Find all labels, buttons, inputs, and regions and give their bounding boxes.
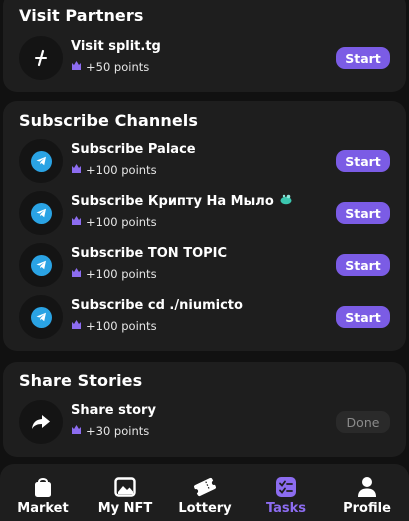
section-title: Share Stories [19, 371, 143, 390]
points-label: +50 points [86, 60, 150, 74]
points-icon [71, 319, 82, 333]
nav-label: Tasks [265, 501, 307, 516]
points-label: +100 points [86, 267, 157, 281]
bottom-nav: Market My NFT Lottery Tasks Profile [0, 464, 409, 521]
soap-emoji-icon [280, 194, 292, 209]
start-button[interactable]: Start [336, 150, 390, 172]
task-points: +100 points [71, 319, 157, 333]
points-label: +100 points [86, 163, 157, 177]
nav-item-market[interactable]: Market [2, 464, 84, 521]
points-icon [71, 267, 82, 281]
share-arrow-icon [19, 400, 63, 444]
points-icon [71, 424, 82, 438]
task-points: +30 points [71, 424, 149, 438]
section-title: Subscribe Channels [19, 111, 198, 130]
task-title: Subscribe Palace [71, 142, 196, 157]
split-logo-icon [19, 36, 63, 80]
task-row: Share story +30 points Done [19, 400, 390, 444]
subscribe-channels-card: Subscribe Channels Subscribe Palace +100… [3, 101, 406, 351]
visit-partners-card: Visit Partners Visit split.tg +50 points… [3, 0, 406, 92]
task-points: +100 points [71, 267, 157, 281]
task-row: Subscribe Palace +100 points Start [19, 139, 390, 183]
points-icon [71, 215, 82, 229]
telegram-icon [19, 191, 63, 235]
nav-label: Profile [343, 501, 391, 516]
task-row: Subscribe Крипту На Мыло +100 points Sta… [19, 191, 390, 235]
task-points: +100 points [71, 163, 157, 177]
telegram-icon [19, 243, 63, 287]
nav-label: Market [17, 501, 69, 516]
task-title: Subscribe TON TOPIC [71, 246, 228, 261]
start-button[interactable]: Start [336, 202, 390, 224]
profile-icon [355, 475, 379, 499]
points-label: +30 points [86, 424, 150, 438]
task-points: +50 points [71, 60, 149, 74]
section-title: Visit Partners [19, 6, 144, 25]
task-row: Subscribe cd ./niumicto +100 points Star… [19, 295, 390, 339]
task-title: Subscribe cd ./niumicto [71, 298, 243, 313]
tasks-page: Visit Partners Visit split.tg +50 points… [0, 0, 409, 521]
nav-label: My NFT [97, 501, 153, 516]
nav-item-profile[interactable]: Profile [326, 464, 408, 521]
points-icon [71, 60, 82, 74]
share-stories-card: Share Stories Share story +30 points Don… [3, 362, 406, 457]
task-row: Visit split.tg +50 points Start [19, 36, 390, 80]
telegram-icon [19, 139, 63, 183]
task-title: Visit split.tg [71, 39, 161, 54]
points-label: +100 points [86, 215, 157, 229]
start-button[interactable]: Start [336, 47, 390, 69]
done-button[interactable]: Done [336, 411, 390, 433]
start-button[interactable]: Start [336, 306, 390, 328]
nav-item-tasks[interactable]: Tasks [245, 464, 327, 521]
bag-icon [31, 475, 55, 499]
image-icon [113, 475, 137, 499]
task-row: Subscribe TON TOPIC +100 points Start [19, 243, 390, 287]
nav-label: Lottery [178, 501, 232, 516]
start-button[interactable]: Start [336, 254, 390, 276]
telegram-icon [19, 295, 63, 339]
task-points: +100 points [71, 215, 157, 229]
points-label: +100 points [86, 319, 157, 333]
points-icon [71, 163, 82, 177]
nav-item-my-nft[interactable]: My NFT [84, 464, 166, 521]
nav-item-lottery[interactable]: Lottery [164, 464, 246, 521]
task-title: Share story [71, 403, 156, 418]
tasks-icon [274, 475, 298, 499]
ticket-icon [193, 475, 217, 499]
task-title: Subscribe Крипту На Мыло [71, 194, 292, 209]
